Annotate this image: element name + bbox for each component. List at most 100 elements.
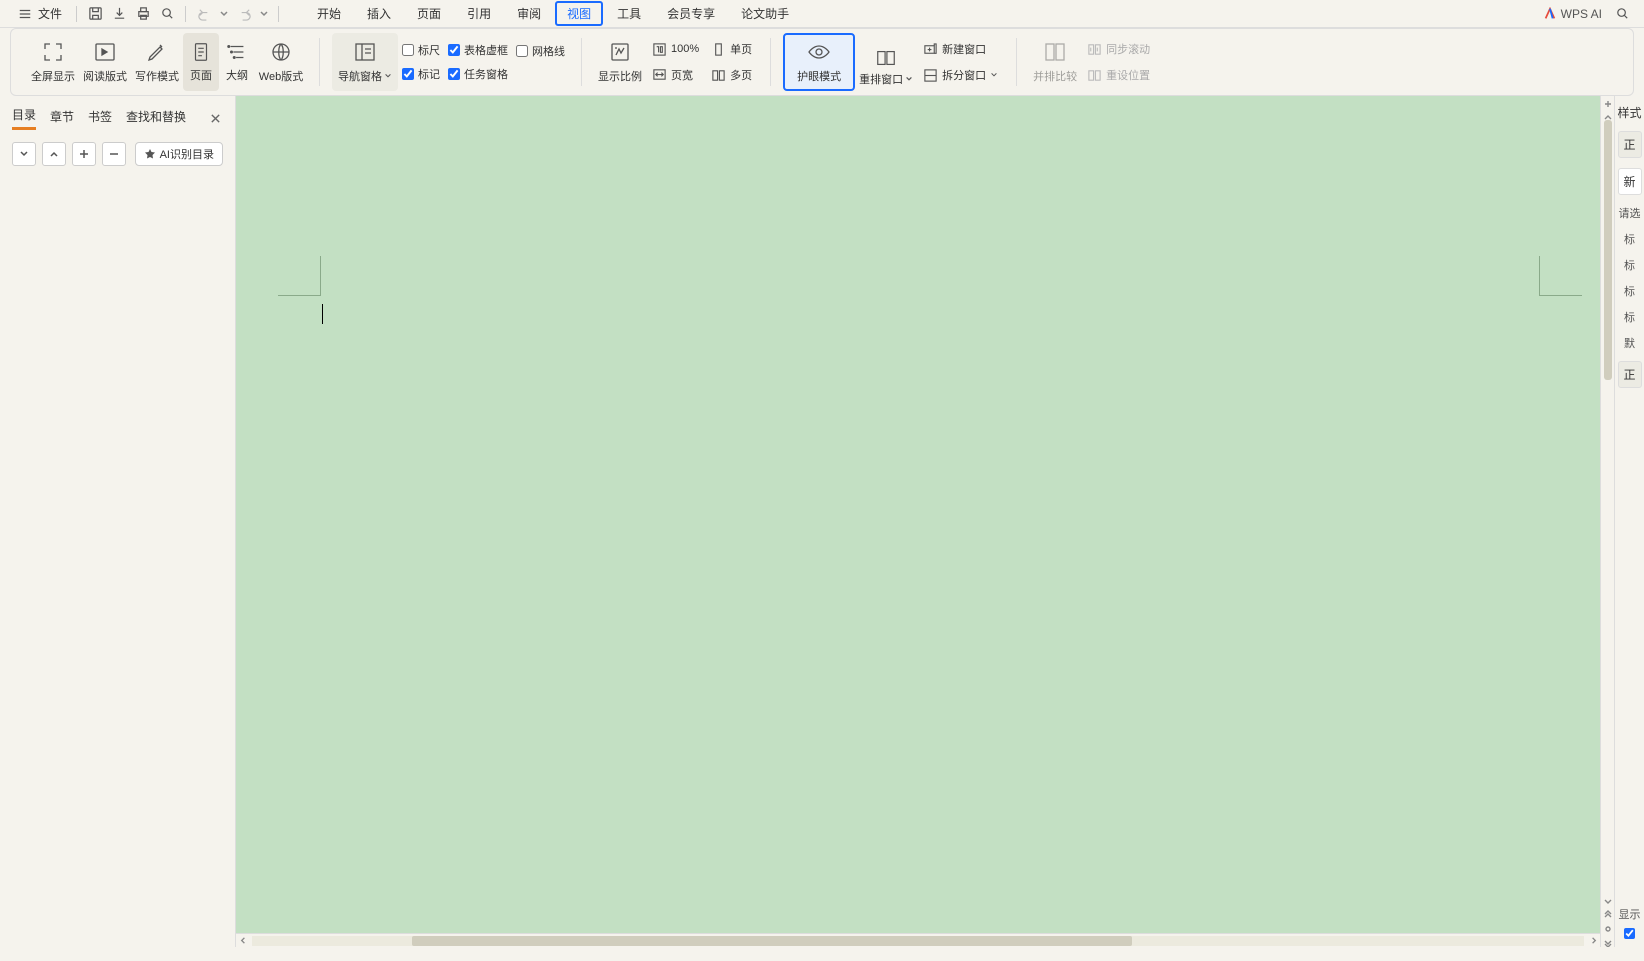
tab-page[interactable]: 页面 [405, 1, 453, 26]
ribbon-separator [319, 38, 320, 86]
menu-separator [278, 6, 279, 22]
nav-collapse-icon[interactable] [42, 142, 66, 166]
web-view-button[interactable]: Web版式 [255, 33, 307, 91]
file-menu-label: 文件 [38, 5, 62, 22]
table-border-checkbox[interactable]: 表格虚框 [448, 42, 508, 58]
hscroll-left-icon[interactable] [236, 934, 250, 948]
ribbon-separator [770, 38, 771, 86]
vertical-scroll-thumb[interactable] [1604, 120, 1612, 380]
more-dropdown[interactable] [256, 9, 272, 19]
print-preview-icon[interactable] [155, 2, 179, 26]
style-heading-4[interactable]: 标 [1624, 309, 1635, 325]
styles-show-label: 显示 [1619, 906, 1641, 922]
tab-member[interactable]: 会员专享 [655, 1, 727, 26]
single-page-button[interactable]: 单页 [705, 38, 758, 60]
fullscreen-button[interactable]: 全屏显示 [27, 33, 79, 91]
undo-dropdown[interactable] [216, 9, 232, 19]
ruler-toggle-icon[interactable] [1603, 98, 1613, 108]
nav-tools: AI识别目录 [0, 134, 235, 174]
style-item-body[interactable]: 正 [1618, 131, 1642, 158]
reading-label: 阅读版式 [83, 68, 127, 84]
menubar-right: WPS AI [1543, 2, 1634, 26]
tab-thesis[interactable]: 论文助手 [729, 1, 801, 26]
display-zoom-button[interactable]: 显示比例 [594, 33, 646, 91]
document-canvas[interactable] [236, 96, 1614, 947]
sync-scroll-button[interactable]: 同步滚动 [1081, 38, 1156, 60]
tab-review[interactable]: 审阅 [505, 1, 553, 26]
file-menu[interactable]: 文件 [10, 3, 70, 24]
style-heading-2[interactable]: 标 [1624, 257, 1635, 273]
style-heading-1[interactable]: 标 [1624, 231, 1635, 247]
nav-ai-toc-button[interactable]: AI识别目录 [135, 142, 223, 166]
task-pane-checkbox[interactable]: 任务窗格 [448, 66, 508, 82]
vertical-scrollbar[interactable] [1604, 120, 1614, 887]
nav-pane-label: 导航窗格 [338, 68, 382, 84]
styles-show-checkbox[interactable] [1624, 928, 1635, 939]
ribbon-separator [1016, 38, 1017, 86]
menu-tabs: 开始 插入 页面 引用 审阅 视图 工具 会员专享 论文助手 [305, 1, 801, 26]
next-page-icon[interactable] [1603, 937, 1613, 947]
save-icon[interactable] [83, 2, 107, 26]
page-margin-corner-tl-v [320, 256, 321, 296]
search-icon[interactable] [1610, 2, 1634, 26]
gridlines-checkbox[interactable]: 网格线 [516, 43, 565, 59]
writing-label: 写作模式 [135, 68, 179, 84]
display-zoom-label: 显示比例 [598, 68, 642, 84]
arrange-window-button[interactable]: 重排窗口 [855, 33, 917, 91]
nav-tab-toc[interactable]: 目录 [12, 106, 36, 130]
ribbon: 全屏显示 阅读版式 写作模式 页面 大纲 Web版式 导航窗格 标尺 [10, 28, 1634, 96]
redo-icon[interactable] [232, 2, 256, 26]
fullscreen-label: 全屏显示 [31, 68, 75, 84]
browse-object-icon[interactable] [1603, 923, 1613, 933]
undo-icon[interactable] [192, 2, 216, 26]
styles-prompt: 请选 [1619, 205, 1641, 221]
nav-pane-button[interactable]: 导航窗格 [332, 33, 398, 91]
new-window-button[interactable]: 新建窗口 [917, 38, 1004, 60]
menu-separator [76, 6, 77, 22]
side-by-side-label: 并排比较 [1033, 68, 1077, 84]
style-heading-3[interactable]: 标 [1624, 283, 1635, 299]
eye-protect-label: 护眼模式 [797, 68, 841, 84]
markup-checkbox[interactable]: 标记 [402, 66, 440, 82]
nav-minus-icon[interactable] [102, 142, 126, 166]
print-icon[interactable] [131, 2, 155, 26]
eye-protect-button[interactable]: 护眼模式 [783, 33, 855, 91]
nav-plus-icon[interactable] [72, 142, 96, 166]
split-window-button[interactable]: 拆分窗口 [917, 64, 1004, 86]
reading-mode-button[interactable]: 阅读版式 [79, 33, 131, 91]
prev-page-icon[interactable] [1603, 909, 1613, 919]
nav-tab-findreplace[interactable]: 查找和替换 [126, 108, 186, 129]
nav-expand-icon[interactable] [12, 142, 36, 166]
outline-view-button[interactable]: 大纲 [219, 33, 255, 91]
ribbon-separator [581, 38, 582, 86]
hscroll-right-icon[interactable] [1586, 934, 1600, 948]
ruler-checkbox[interactable]: 标尺 [402, 42, 440, 58]
styles-pane: 样式 正 新 请选 标 标 标 标 默 正 显示 [1614, 96, 1644, 947]
nav-close-icon[interactable] [207, 110, 223, 126]
zoom-100-button[interactable]: 100% [646, 39, 705, 60]
hscroll-track[interactable] [252, 936, 1584, 946]
multi-page-button[interactable]: 多页 [705, 64, 758, 86]
style-body-2[interactable]: 正 [1618, 361, 1642, 388]
style-item-new[interactable]: 新 [1618, 168, 1642, 195]
main-area: 目录 章节 书签 查找和替换 AI识别目录 [0, 96, 1644, 947]
hscroll-thumb[interactable] [412, 936, 1132, 946]
tab-view[interactable]: 视图 [555, 1, 603, 26]
page-view-button[interactable]: 页面 [183, 33, 219, 91]
scroll-down-icon[interactable] [1603, 895, 1613, 905]
export-icon[interactable] [107, 2, 131, 26]
wps-ai-button[interactable]: WPS AI [1543, 7, 1602, 21]
nav-tab-bookmark[interactable]: 书签 [88, 108, 112, 129]
navigation-pane: 目录 章节 书签 查找和替换 AI识别目录 [0, 96, 236, 947]
reset-position-button[interactable]: 重设位置 [1081, 64, 1156, 86]
writing-mode-button[interactable]: 写作模式 [131, 33, 183, 91]
tab-insert[interactable]: 插入 [355, 1, 403, 26]
ribbon-group-zoom: 显示比例 100% 页宽 单页 多页 [586, 29, 766, 95]
nav-tab-chapter[interactable]: 章节 [50, 108, 74, 129]
tab-reference[interactable]: 引用 [455, 1, 503, 26]
page-width-button[interactable]: 页宽 [646, 64, 705, 86]
tab-tools[interactable]: 工具 [605, 1, 653, 26]
tab-start[interactable]: 开始 [305, 1, 353, 26]
style-default[interactable]: 默 [1624, 335, 1635, 351]
side-by-side-button[interactable]: 并排比较 [1029, 33, 1081, 91]
